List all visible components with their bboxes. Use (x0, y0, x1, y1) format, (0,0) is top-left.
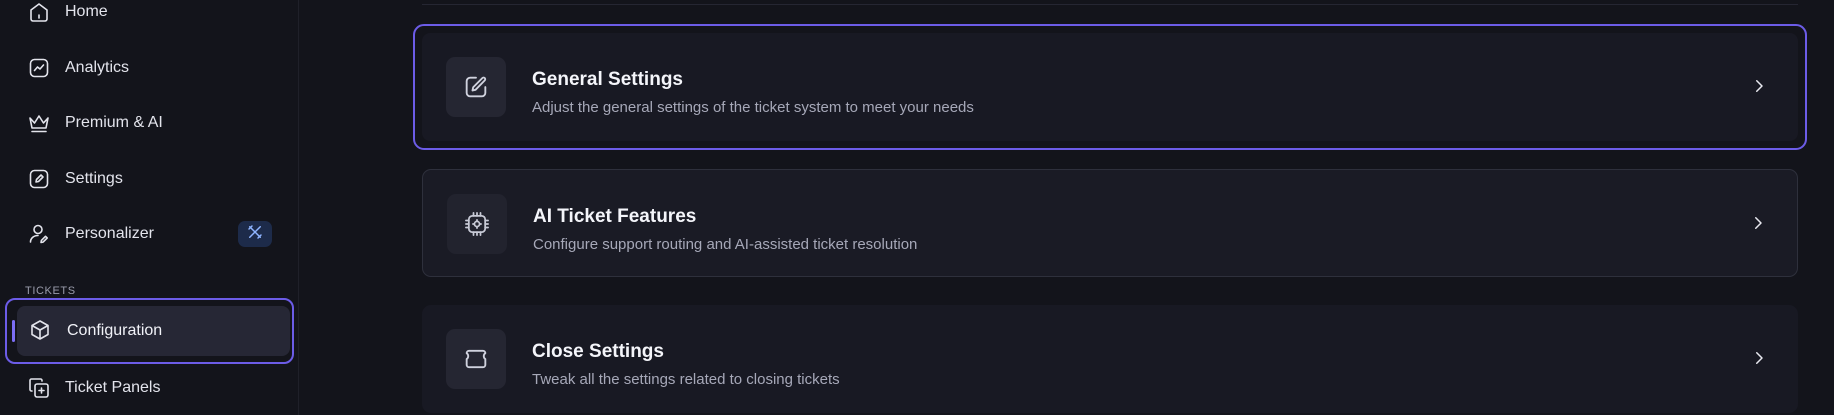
sidebar-item-settings[interactable]: Settings (14, 155, 284, 203)
sidebar-item-label: Ticket Panels (65, 379, 161, 396)
card-general-settings-body: General Settings Adjust the general sett… (422, 33, 1798, 141)
sidebar-item-configuration[interactable]: Configuration (17, 306, 290, 356)
edit-square-icon (446, 57, 506, 117)
sidebar-item-label: Premium & AI (65, 114, 163, 131)
card-description: Configure support routing and AI-assiste… (533, 236, 918, 253)
settings-edit-icon (26, 166, 52, 192)
sidebar-item-label: Home (65, 3, 108, 20)
add-panel-icon (26, 375, 52, 401)
card-title: General Settings (532, 69, 683, 90)
cube-icon (28, 318, 54, 344)
card-title: Close Settings (532, 341, 664, 362)
chevron-right-icon (1747, 212, 1769, 234)
section-label-tickets: TICKETS (25, 285, 76, 297)
card-close-settings[interactable]: Close Settings Tweak all the settings re… (422, 305, 1798, 413)
user-edit-icon (26, 221, 52, 247)
sidebar-item-label: Personalizer (65, 225, 154, 242)
card-title: AI Ticket Features (533, 206, 697, 227)
sidebar: Home Analytics Premium & AI Settings Per… (0, 0, 299, 415)
sidebar-item-ticket-panels[interactable]: Ticket Panels (14, 364, 284, 412)
chevron-right-icon (1748, 347, 1770, 369)
sidebar-item-home[interactable]: Home (14, 0, 284, 36)
sidebar-item-label: Analytics (65, 59, 130, 76)
crown-icon (26, 110, 52, 136)
chip-gear-icon (447, 194, 507, 254)
card-description: Tweak all the settings related to closin… (532, 371, 840, 388)
chevron-right-icon (1748, 75, 1770, 97)
tools-icon (246, 223, 264, 246)
sidebar-item-analytics[interactable]: Analytics (14, 44, 284, 92)
home-icon (26, 0, 52, 25)
sidebar-item-premium-ai[interactable]: Premium & AI (14, 99, 284, 147)
analytics-icon (26, 55, 52, 81)
personalizer-badge (238, 221, 272, 247)
divider (422, 4, 1798, 5)
sidebar-item-label: Configuration (67, 322, 163, 339)
sidebar-item-personalizer[interactable]: Personalizer (14, 210, 284, 258)
active-indicator (12, 320, 15, 342)
sidebar-item-configuration-focus: Configuration (5, 298, 294, 364)
card-general-settings[interactable]: General Settings Adjust the general sett… (413, 24, 1807, 150)
card-ai-ticket-features[interactable]: AI Ticket Features Configure support rou… (422, 169, 1798, 277)
sidebar-item-label: Settings (65, 170, 123, 187)
card-description: Adjust the general settings of the ticke… (532, 99, 974, 116)
app: Home Analytics Premium & AI Settings Per… (0, 0, 1834, 415)
ticket-icon (446, 329, 506, 389)
